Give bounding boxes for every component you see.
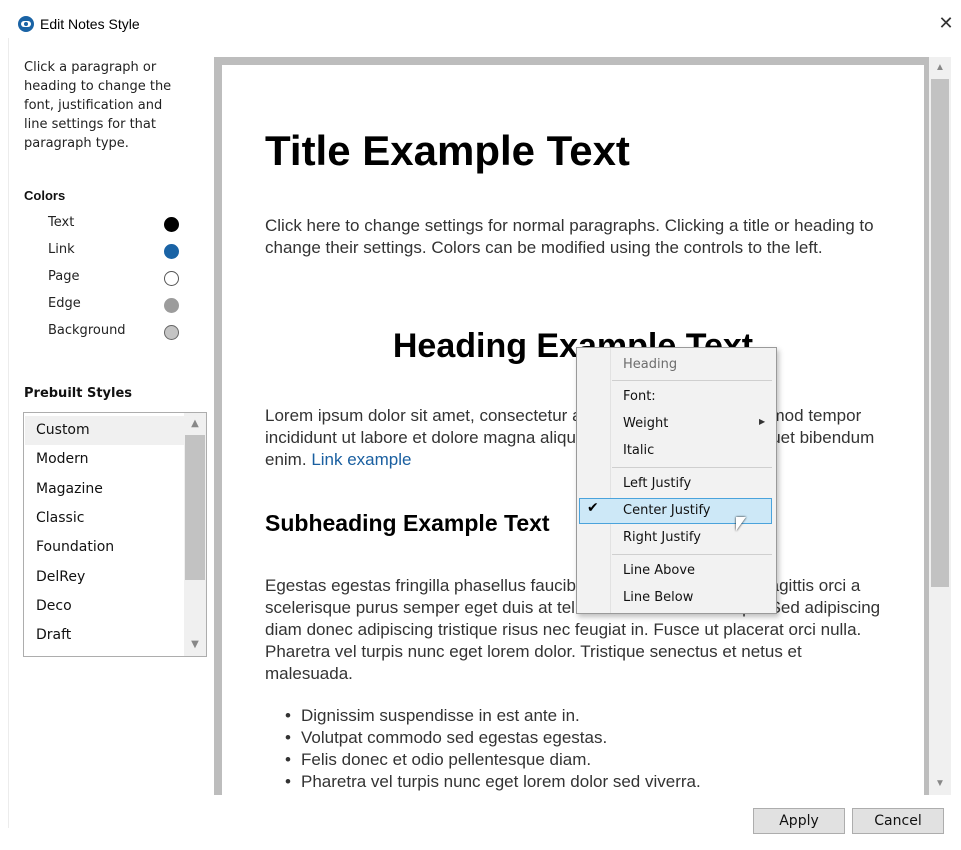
sidebar: Click a paragraph or heading to change t…: [24, 58, 214, 153]
list-item-modern[interactable]: Modern: [25, 445, 184, 474]
color-label: Background: [48, 323, 126, 338]
check-icon: ✔: [587, 500, 599, 516]
color-label: Edge: [48, 296, 81, 311]
color-label: Text: [48, 215, 75, 230]
bullet-list[interactable]: Dignissim suspendisse in est ante in. Vo…: [285, 705, 885, 793]
menu-item-center-justify[interactable]: Center Justify: [623, 503, 710, 518]
color-row-text[interactable]: Text: [48, 215, 188, 235]
title-example[interactable]: Title Example Text: [265, 127, 630, 175]
scroll-down-icon[interactable]: ▼: [184, 634, 206, 656]
window-title: Edit Notes Style: [40, 16, 140, 32]
list-item-foundation[interactable]: Foundation: [25, 533, 184, 562]
menu-separator: [612, 380, 772, 381]
list-item-classic[interactable]: Classic: [25, 504, 184, 533]
link-example[interactable]: Link example: [311, 450, 411, 469]
color-swatch-link[interactable]: [164, 244, 179, 259]
apply-button[interactable]: Apply: [753, 808, 845, 834]
help-text: Click a paragraph or heading to change t…: [24, 60, 172, 151]
menu-gutter: [610, 348, 611, 613]
list-item-draft[interactable]: Draft: [25, 621, 184, 650]
scroll-up-icon[interactable]: ▲: [929, 57, 951, 79]
list-item-delrey[interactable]: DelRey: [25, 563, 184, 592]
color-row-edge[interactable]: Edge: [48, 296, 188, 316]
submenu-arrow-icon: ▶: [759, 417, 766, 426]
preview-page[interactable]: Title Example Text Click here to change …: [222, 65, 924, 795]
color-swatch-background[interactable]: [164, 325, 179, 340]
cancel-button[interactable]: Cancel: [852, 808, 944, 834]
scroll-down-icon[interactable]: ▼: [929, 773, 951, 795]
subheading-example[interactable]: Subheading Example Text: [265, 510, 550, 537]
menu-item-line-below[interactable]: Line Below: [623, 590, 693, 605]
color-row-page[interactable]: Page: [48, 269, 188, 289]
intro-paragraph[interactable]: Click here to change settings for normal…: [265, 215, 890, 259]
color-label: Link: [48, 242, 75, 257]
list-scrollbar[interactable]: ▲ ▼: [184, 413, 206, 656]
menu-item-font[interactable]: Font:: [623, 389, 656, 404]
app-logo-icon: [18, 16, 34, 32]
colors-heading: Colors: [24, 188, 66, 203]
prebuilt-styles-list[interactable]: Custom Modern Magazine Classic Foundatio…: [23, 412, 207, 657]
list-item-custom[interactable]: Custom: [25, 416, 184, 445]
title-bar: Edit Notes Style ✕: [0, 0, 961, 48]
menu-item-right-justify[interactable]: Right Justify: [623, 530, 701, 545]
list-item: Volutpat commodo sed egestas egestas.: [285, 727, 885, 749]
color-row-background[interactable]: Background: [48, 323, 188, 343]
close-icon[interactable]: ✕: [936, 13, 956, 33]
preview-scrollbar[interactable]: ▲ ▼: [929, 57, 951, 795]
menu-item-line-above[interactable]: Line Above: [623, 563, 695, 578]
list-item-deco[interactable]: Deco: [25, 592, 184, 621]
scroll-up-icon[interactable]: ▲: [184, 413, 206, 435]
menu-header: Heading: [623, 357, 678, 372]
mouse-cursor-icon: [736, 517, 746, 531]
scroll-thumb[interactable]: [931, 79, 949, 587]
color-swatch-text[interactable]: [164, 217, 179, 232]
list-item: Felis donec et odio pellentesque diam.: [285, 749, 885, 771]
window-edge: [8, 38, 9, 828]
color-swatch-edge[interactable]: [164, 298, 179, 313]
prebuilt-styles-heading: Prebuilt Styles: [24, 386, 133, 401]
color-label: Page: [48, 269, 80, 284]
color-swatch-page[interactable]: [164, 271, 179, 286]
menu-separator: [612, 554, 772, 555]
menu-item-left-justify[interactable]: Left Justify: [623, 476, 691, 491]
scroll-thumb[interactable]: [185, 435, 205, 580]
list-item-magazine[interactable]: Magazine: [25, 475, 184, 504]
heading-example[interactable]: Heading Example Text: [222, 327, 924, 366]
menu-item-weight[interactable]: Weight: [623, 416, 668, 431]
menu-item-italic[interactable]: Italic: [623, 443, 654, 458]
list-item: Dignissim suspendisse in est ante in.: [285, 705, 885, 727]
menu-separator: [612, 467, 772, 468]
color-row-link[interactable]: Link: [48, 242, 188, 262]
context-menu[interactable]: Heading Font: Weight ▶ Italic Left Justi…: [576, 347, 777, 614]
list-item: Pharetra vel turpis nunc eget lorem dolo…: [285, 771, 885, 793]
